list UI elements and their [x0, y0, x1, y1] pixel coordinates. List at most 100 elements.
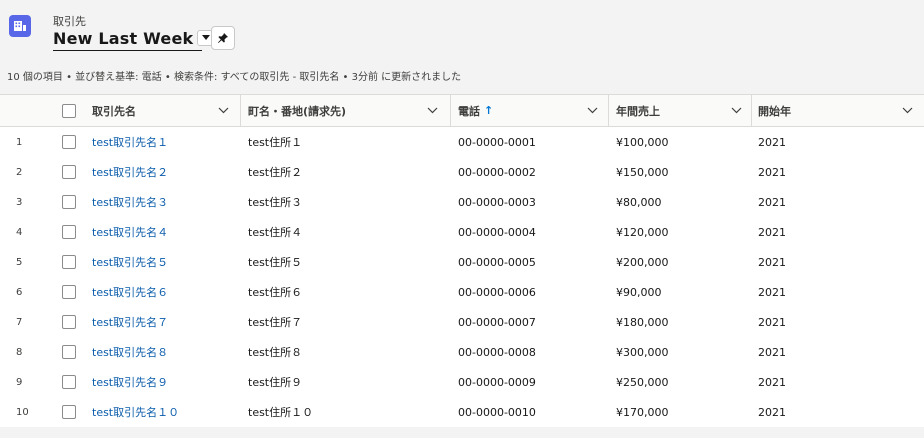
- table-row[interactable]: 5 test取引先名５ test住所５ 00-0000-0005 ¥200,000 202…: [0, 247, 924, 277]
- phone-cell: 00-0000-0002: [458, 165, 536, 179]
- row-checkbox-cell[interactable]: [62, 187, 76, 217]
- annual-revenue-cell: ¥150,000: [616, 165, 669, 179]
- table-row[interactable]: 1 test取引先名１ test住所１ 00-0000-0001 ¥100,000 202…: [0, 127, 924, 157]
- sort-ascending-icon: ↑: [484, 104, 494, 117]
- data-table: 取引先名 町名・番地(請求先) 電話 ↑ 年間売上 開始年 1 test取引先名１…: [0, 94, 924, 428]
- column-menu-phone[interactable]: [587, 95, 598, 126]
- table-row[interactable]: 3 test取引先名３ test住所３ 00-0000-0003 ¥80,000 2021: [0, 187, 924, 217]
- column-divider[interactable]: [450, 95, 451, 126]
- phone-cell: 00-0000-0009: [458, 375, 536, 389]
- row-checkbox[interactable]: [62, 195, 76, 209]
- billing-street-cell: test住所６: [248, 286, 303, 299]
- column-divider[interactable]: [751, 95, 752, 126]
- row-checkbox-cell[interactable]: [62, 367, 76, 397]
- account-name-link[interactable]: test取引先名８: [92, 337, 168, 367]
- account-name-link[interactable]: test取引先名３: [92, 187, 168, 217]
- account-name-link[interactable]: test取引先名５: [92, 247, 168, 277]
- column-header-year[interactable]: 開始年: [758, 95, 791, 126]
- row-checkbox-cell[interactable]: [62, 247, 76, 277]
- billing-street-cell: test住所２: [248, 166, 303, 179]
- row-checkbox-cell[interactable]: [62, 217, 76, 247]
- select-all-checkbox[interactable]: [62, 103, 76, 118]
- phone-cell: 00-0000-0001: [458, 135, 536, 149]
- year-started-cell: 2021: [758, 345, 786, 359]
- row-checkbox[interactable]: [62, 255, 76, 269]
- chevron-down-icon: [427, 107, 438, 114]
- table-header-row: 取引先名 町名・番地(請求先) 電話 ↑ 年間売上 開始年: [0, 95, 924, 127]
- billing-street-cell: test住所３: [248, 196, 303, 209]
- list-view-title[interactable]: New Last Week: [53, 29, 193, 48]
- phone-cell: 00-0000-0005: [458, 255, 536, 269]
- chevron-down-icon: [202, 35, 211, 40]
- billing-street-cell: test住所１: [248, 136, 303, 149]
- annual-revenue-cell: ¥200,000: [616, 255, 669, 269]
- billing-street-cell: test住所８: [248, 346, 303, 359]
- row-number: 10: [16, 406, 29, 418]
- column-menu-address[interactable]: [427, 95, 438, 126]
- annual-revenue-cell: ¥170,000: [616, 405, 669, 419]
- column-header-address[interactable]: 町名・番地(請求先): [248, 95, 346, 126]
- table-row[interactable]: 7 test取引先名７ test住所７ 00-0000-0007 ¥180,000 202…: [0, 307, 924, 337]
- year-started-cell: 2021: [758, 135, 786, 149]
- annual-revenue-cell: ¥100,000: [616, 135, 669, 149]
- list-summary: 10 個の項目 • 並び替え基準: 電話 • 検索条件: すべての取引先 - 取…: [7, 72, 462, 83]
- column-header-phone-label: 電話: [458, 104, 480, 118]
- row-checkbox[interactable]: [62, 285, 76, 299]
- column-divider[interactable]: [240, 95, 241, 126]
- row-number: 7: [16, 316, 23, 328]
- column-header-name[interactable]: 取引先名: [92, 95, 136, 126]
- account-grid-icon: [9, 15, 31, 37]
- column-menu-name[interactable]: [218, 95, 229, 126]
- column-divider[interactable]: [608, 95, 609, 126]
- row-checkbox[interactable]: [62, 375, 76, 389]
- billing-street-cell: test住所１０: [248, 406, 314, 419]
- year-started-cell: 2021: [758, 255, 786, 269]
- billing-street-cell: test住所９: [248, 376, 303, 389]
- column-menu-year[interactable]: [902, 95, 913, 126]
- list-view-header: 取引先 New Last Week 10 個の項目 • 並び替え基準: 電話 •…: [0, 0, 924, 94]
- column-header-revenue[interactable]: 年間売上: [616, 95, 660, 126]
- phone-cell: 00-0000-0004: [458, 225, 536, 239]
- row-checkbox-cell[interactable]: [62, 397, 76, 427]
- pin-list-view-button[interactable]: [211, 26, 235, 50]
- row-checkbox-cell[interactable]: [62, 337, 76, 367]
- annual-revenue-cell: ¥180,000: [616, 315, 669, 329]
- row-number: 1: [16, 136, 23, 148]
- chevron-down-icon: [587, 107, 598, 114]
- phone-cell: 00-0000-0008: [458, 345, 536, 359]
- list-view-title-row[interactable]: New Last Week: [53, 27, 216, 49]
- table-row[interactable]: 9 test取引先名９ test住所９ 00-0000-0009 ¥250,000 202…: [0, 367, 924, 397]
- account-name-link[interactable]: test取引先名９: [92, 367, 168, 397]
- pin-icon: [218, 33, 228, 43]
- year-started-cell: 2021: [758, 375, 786, 389]
- row-checkbox[interactable]: [62, 405, 76, 419]
- table-row[interactable]: 6 test取引先名６ test住所６ 00-0000-0006 ¥90,000 2021: [0, 277, 924, 307]
- table-row[interactable]: 8 test取引先名８ test住所８ 00-0000-0008 ¥300,000 202…: [0, 337, 924, 367]
- row-checkbox[interactable]: [62, 225, 76, 239]
- row-checkbox-cell[interactable]: [62, 307, 76, 337]
- account-name-link[interactable]: test取引先名１: [92, 127, 168, 157]
- account-name-link[interactable]: test取引先名７: [92, 307, 168, 337]
- row-checkbox[interactable]: [62, 165, 76, 179]
- row-checkbox[interactable]: [62, 315, 76, 329]
- account-name-link[interactable]: test取引先名１０: [92, 397, 179, 427]
- account-name-link[interactable]: test取引先名２: [92, 157, 168, 187]
- phone-cell: 00-0000-0006: [458, 285, 536, 299]
- account-name-link[interactable]: test取引先名６: [92, 277, 168, 307]
- annual-revenue-cell: ¥300,000: [616, 345, 669, 359]
- row-number: 3: [16, 196, 23, 208]
- row-checkbox-cell[interactable]: [62, 127, 76, 157]
- column-header-phone[interactable]: 電話 ↑: [458, 95, 493, 126]
- select-all-checkbox-cell[interactable]: [62, 95, 76, 126]
- row-checkbox[interactable]: [62, 135, 76, 149]
- row-checkbox[interactable]: [62, 345, 76, 359]
- row-number: 6: [16, 286, 23, 298]
- account-name-link[interactable]: test取引先名４: [92, 217, 168, 247]
- table-row[interactable]: 10 test取引先名１０ test住所１０ 00-0000-0010 ¥170,000…: [0, 397, 924, 427]
- table-row[interactable]: 4 test取引先名４ test住所４ 00-0000-0004 ¥120,000 202…: [0, 217, 924, 247]
- table-row[interactable]: 2 test取引先名２ test住所２ 00-0000-0002 ¥150,000 202…: [0, 157, 924, 187]
- row-checkbox-cell[interactable]: [62, 157, 76, 187]
- row-checkbox-cell[interactable]: [62, 277, 76, 307]
- year-started-cell: 2021: [758, 165, 786, 179]
- column-menu-revenue[interactable]: [731, 95, 742, 126]
